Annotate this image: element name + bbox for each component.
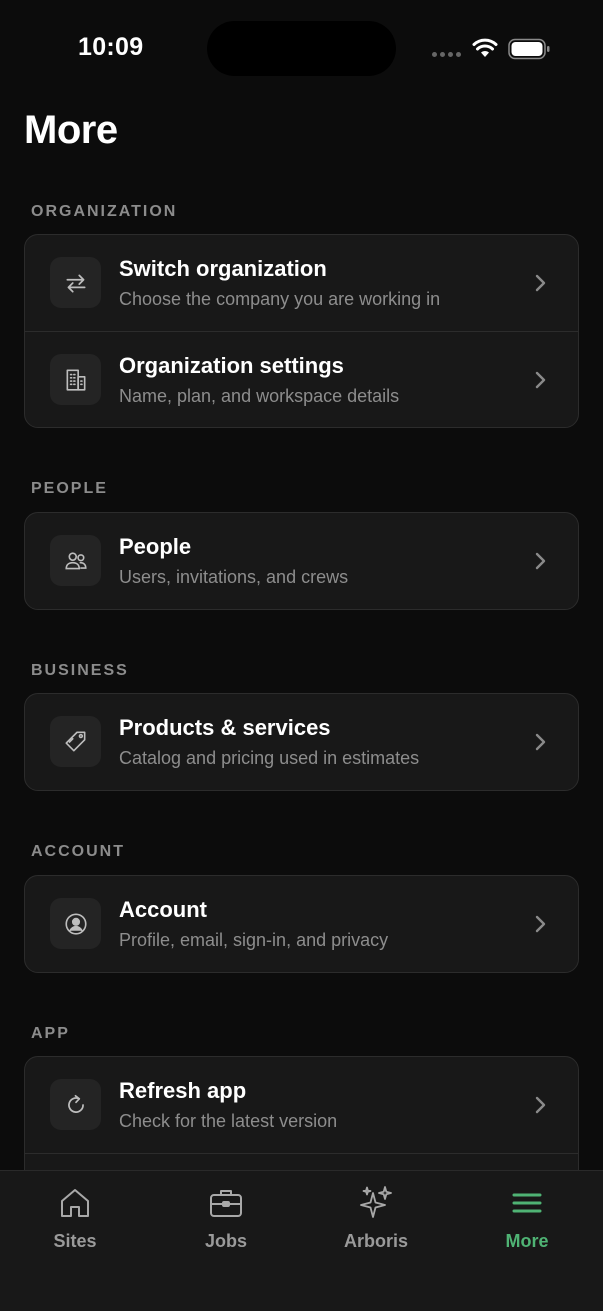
row-subtitle: Users, invitations, and crews [119, 567, 349, 587]
row-title: People [119, 534, 192, 559]
refresh-icon [50, 1079, 101, 1130]
section-label-account: ACCOUNT [31, 843, 125, 860]
row-title: Products & services [119, 715, 331, 740]
organization-settings-row[interactable]: Organization settings Name, plan, and wo… [25, 331, 578, 427]
business-group: Products & services Catalog and pricing … [24, 693, 579, 791]
tab-label: Sites [53, 1231, 97, 1251]
menu-icon [512, 1193, 542, 1213]
row-title: Organization settings [119, 353, 344, 378]
page-title: More [24, 108, 118, 152]
dynamic-island [207, 21, 396, 76]
section-label-people: PEOPLE [31, 480, 108, 497]
wifi-icon [472, 38, 498, 57]
section-label-business: BUSINESS [31, 662, 129, 679]
briefcase-icon [210, 1190, 242, 1217]
tab-label: Arboris [343, 1231, 408, 1251]
chevron-right-icon [535, 274, 546, 292]
row-subtitle: Profile, email, sign-in, and privacy [119, 930, 389, 950]
tab-jobs[interactable]: Jobs [166, 1185, 286, 1255]
switch-organization-row[interactable]: Switch organization Choose the company y… [25, 235, 578, 331]
tab-arboris[interactable]: Arboris [316, 1185, 436, 1255]
section-label-app: APP [31, 1025, 70, 1042]
building-icon [50, 354, 101, 405]
home-icon [61, 1189, 89, 1217]
row-subtitle: Catalog and pricing used in estimates [119, 748, 420, 768]
products-services-row[interactable]: Products & services Catalog and pricing … [25, 694, 578, 790]
tag-icon [50, 716, 101, 767]
account-group: Account Profile, email, sign-in, and pri… [24, 875, 579, 973]
more-screen: 10:09 More ORGANIZATION Switch organizat… [0, 0, 603, 1311]
row-subtitle: Choose the company you are working in [119, 289, 441, 309]
chevron-right-icon [535, 552, 546, 570]
row-subtitle: Name, plan, and workspace details [119, 386, 400, 406]
users-icon [50, 535, 101, 586]
row-title: Account [119, 897, 207, 922]
chevron-right-icon [535, 1096, 546, 1114]
status-time: 10:09 [78, 33, 144, 61]
status-bar: 10:09 [0, 0, 603, 96]
account-row[interactable]: Account Profile, email, sign-in, and pri… [25, 876, 578, 972]
section-label-organization: ORGANIZATION [31, 203, 178, 220]
switch-arrows-icon [50, 257, 101, 308]
row-title: Switch organization [119, 256, 327, 281]
people-group: People Users, invitations, and crews [24, 512, 579, 610]
row-title: Refresh app [119, 1078, 247, 1103]
people-row[interactable]: People Users, invitations, and crews [25, 513, 578, 609]
row-subtitle: Check for the latest version [119, 1111, 338, 1131]
chevron-right-icon [535, 371, 546, 389]
tab-sites[interactable]: Sites [15, 1185, 135, 1255]
settings-list[interactable]: ORGANIZATION Switch organization Choose … [0, 180, 603, 1170]
refresh-app-row[interactable]: Refresh app Check for the latest version [25, 1057, 578, 1153]
chevron-right-icon [535, 915, 546, 933]
organization-group: Switch organization Choose the company y… [24, 234, 579, 428]
tab-bar: Sites Jobs Arboris More [0, 1170, 603, 1311]
user-circle-icon [50, 898, 101, 949]
tab-label: Jobs [204, 1231, 247, 1251]
tab-more[interactable]: More [467, 1185, 587, 1255]
tab-label: More [505, 1231, 549, 1251]
app-group: Refresh app Check for the latest version [24, 1056, 579, 1170]
sparkles-icon [360, 1186, 392, 1218]
app-row-next[interactable] [25, 1153, 578, 1170]
cellular-signal-icon [432, 52, 461, 57]
chevron-right-icon [535, 733, 546, 751]
battery-icon [508, 38, 550, 60]
